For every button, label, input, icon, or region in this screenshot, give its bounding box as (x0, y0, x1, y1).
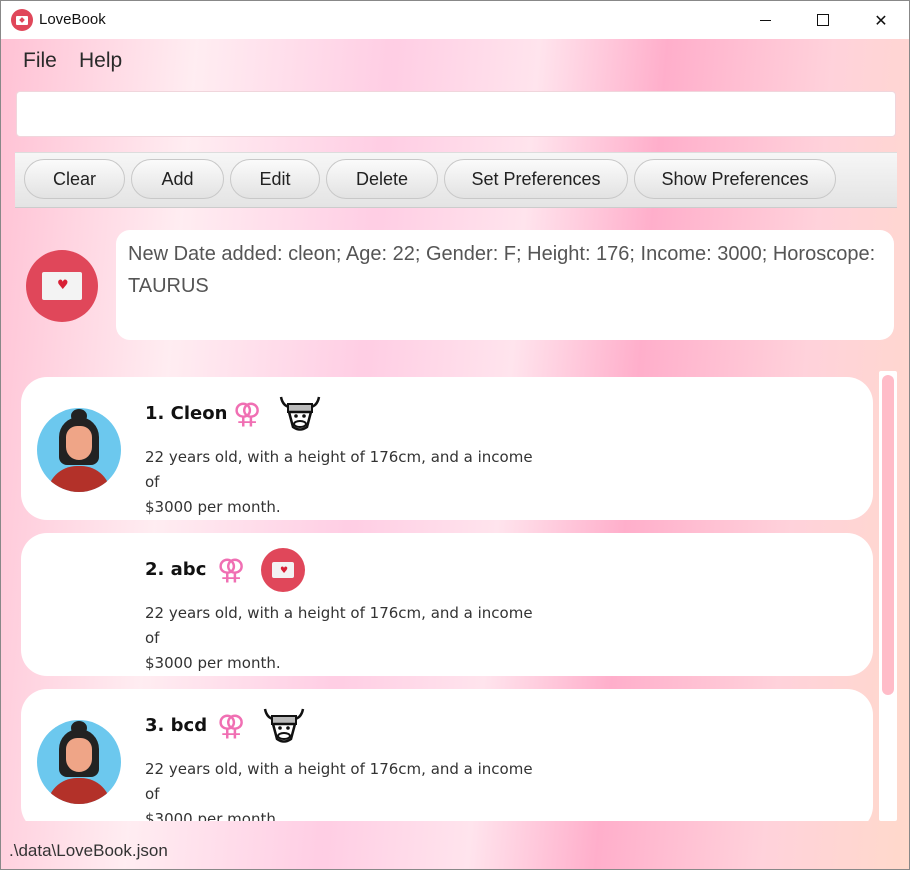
app-window: LoveBook ✕ File Help Clear Add Edit Dele… (0, 0, 910, 870)
close-button[interactable]: ✕ (852, 1, 909, 39)
clear-button[interactable]: Clear (24, 159, 125, 199)
female-symbol-icon: ⚢ (217, 553, 246, 586)
date-card[interactable]: 3. bcd ⚢ 22 years old, with a height of … (21, 689, 873, 821)
date-description: 22 years old, with a height of 176cm, an… (145, 604, 533, 672)
result-message: New Date added: cleon; Age: 22; Gender: … (116, 230, 894, 340)
show-preferences-button[interactable]: Show Preferences (634, 159, 836, 199)
result-panel: ♥ New Date added: cleon; Age: 22; Gender… (1, 214, 909, 356)
taurus-bull-icon (263, 708, 305, 743)
date-card[interactable]: 1. Cleon ⚢ 22 years old, with a height o… (21, 377, 873, 520)
female-symbol-icon: ⚢ (217, 709, 246, 742)
title-bar: LoveBook ✕ (1, 1, 909, 39)
list-scrollbar[interactable] (879, 371, 897, 821)
add-button[interactable]: Add (131, 159, 224, 199)
close-icon: ✕ (874, 10, 888, 30)
app-logo-icon (11, 9, 33, 31)
menu-help[interactable]: Help (79, 49, 122, 73)
command-input[interactable] (16, 91, 896, 137)
date-description: 22 years old, with a height of 176cm, an… (145, 448, 533, 516)
female-symbol-icon: ⚢ (233, 397, 262, 430)
maximize-button[interactable] (794, 1, 852, 39)
set-preferences-button[interactable]: Set Preferences (444, 159, 628, 199)
scrollbar-thumb[interactable] (882, 375, 894, 695)
female-avatar-icon (37, 408, 121, 492)
taurus-bull-icon (279, 396, 321, 431)
date-description: 22 years old, with a height of 176cm, an… (145, 760, 533, 821)
minimize-button[interactable] (736, 1, 794, 39)
delete-button[interactable]: Delete (326, 159, 438, 199)
date-name: 3. bcd (145, 715, 208, 736)
menu-file[interactable]: File (23, 49, 57, 73)
envelope-heart-icon: ♥ (26, 250, 98, 322)
date-name: 1. Cleon (145, 403, 228, 424)
date-list[interactable]: 1. Cleon ⚢ 22 years old, with a height o… (1, 357, 909, 821)
action-toolbar: Clear Add Edit Delete Set Preferences Sh… (15, 152, 897, 208)
main-content: File Help Clear Add Edit Delete Set Pref… (1, 39, 909, 869)
window-title: LoveBook (39, 11, 106, 28)
menu-bar: File Help (1, 39, 909, 83)
envelope-heart-icon: ♥ (261, 548, 305, 592)
date-name: 2. abc (145, 559, 207, 580)
female-avatar-icon (37, 720, 121, 804)
maximize-icon (817, 14, 829, 26)
minimize-icon (759, 19, 771, 21)
status-bar: .\data\LoveBook.json (1, 829, 909, 869)
file-path: .\data\LoveBook.json (9, 841, 168, 860)
edit-button[interactable]: Edit (230, 159, 320, 199)
date-card[interactable]: 2. abc ⚢ ♥ 22 years old, with a height o… (21, 533, 873, 676)
